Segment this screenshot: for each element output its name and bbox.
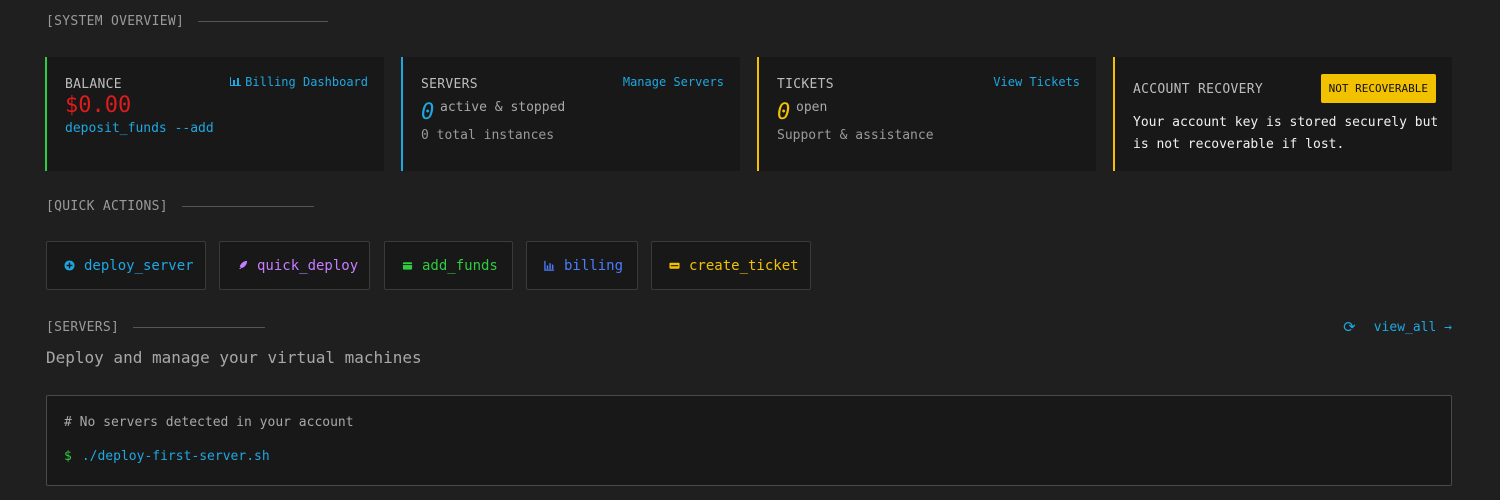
quick-deploy-button-label: quick_deploy <box>257 257 359 274</box>
quick-deploy-button[interactable]: quick_deploy <box>219 241 370 290</box>
billing-dashboard-link-label: Billing Dashboard <box>245 75 368 89</box>
deposit-funds-link[interactable]: deposit_funds --add <box>65 121 214 136</box>
terminal-prompt-line: $ ./deploy-first-server.sh <box>64 449 270 464</box>
servers-terminal: # No servers detected in your account $.… <box>46 395 1452 486</box>
dashboard: [SYSTEM OVERVIEW] BALANCE Billing Dashbo… <box>0 0 1500 500</box>
not-recoverable-badge: NOT RECOVERABLE <box>1320 74 1436 103</box>
tickets-subtitle: Support & assistance <box>777 128 934 143</box>
balance-value: $0.00 <box>65 93 132 118</box>
section-title-servers: [SERVERS] <box>46 320 266 335</box>
account-recovery-card: ACCOUNT RECOVERY NOT RECOVERABLE Your ac… <box>1113 57 1452 171</box>
balance-card: BALANCE Billing Dashboard $0.00 deposit_… <box>45 57 384 171</box>
servers-description: Deploy and manage your virtual machines <box>46 348 422 367</box>
terminal-prompt: $ <box>64 449 72 464</box>
servers-count-label: active & stopped <box>440 100 566 115</box>
section-title-quick-actions: [QUICK ACTIONS] <box>46 199 314 214</box>
terminal-comment: # No servers detected in your account <box>64 415 354 430</box>
servers-card: SERVERS Manage Servers 0 active & stoppe… <box>401 57 740 171</box>
servers-header-actions: ⟳ view_all → <box>1343 318 1452 336</box>
billing-button[interactable]: billing <box>526 241 638 290</box>
ticket-icon <box>669 262 680 269</box>
create-ticket-button-label: create_ticket <box>689 257 799 274</box>
billing-dashboard-link[interactable]: Billing Dashboard <box>230 75 368 89</box>
add-funds-button[interactable]: add_funds <box>384 241 513 290</box>
plus-circle-icon <box>64 260 75 271</box>
tickets-count-label: open <box>796 100 828 115</box>
section-title-label: [QUICK ACTIONS] <box>46 199 168 214</box>
chart-icon <box>544 260 555 271</box>
deploy-server-button[interactable]: deploy_server <box>46 241 206 290</box>
add-funds-button-label: add_funds <box>422 257 498 274</box>
manage-servers-link[interactable]: Manage Servers <box>623 75 724 89</box>
rocket-icon <box>238 260 248 270</box>
servers-label: SERVERS <box>421 77 478 92</box>
section-divider <box>181 206 314 207</box>
servers-total-instances: 0 total instances <box>421 128 555 143</box>
section-title-label: [SYSTEM OVERVIEW] <box>46 14 185 29</box>
servers-count: 0 <box>421 100 435 125</box>
billing-button-label: billing <box>564 257 624 274</box>
deploy-first-server-command[interactable]: ./deploy-first-server.sh <box>82 449 270 464</box>
view-tickets-link[interactable]: View Tickets <box>993 75 1080 89</box>
account-recovery-label: ACCOUNT RECOVERY <box>1133 82 1264 97</box>
balance-label: BALANCE <box>65 77 122 92</box>
tickets-label: TICKETS <box>777 77 834 92</box>
create-ticket-button[interactable]: create_ticket <box>651 241 811 290</box>
section-title-system-overview: [SYSTEM OVERVIEW] <box>46 14 329 29</box>
account-recovery-text: Your account key is stored securely but … <box>1133 115 1439 152</box>
section-title-label: [SERVERS] <box>46 320 120 335</box>
view-all-link[interactable]: view_all → <box>1374 320 1452 335</box>
chart-icon <box>230 77 242 86</box>
tickets-count: 0 <box>777 100 791 125</box>
tickets-card: TICKETS View Tickets 0 open Support & as… <box>757 57 1096 171</box>
section-divider <box>198 21 329 22</box>
wallet-icon <box>402 262 413 270</box>
refresh-icon[interactable]: ⟳ <box>1343 318 1356 336</box>
section-divider <box>133 327 266 328</box>
deploy-server-button-label: deploy_server <box>84 257 194 274</box>
